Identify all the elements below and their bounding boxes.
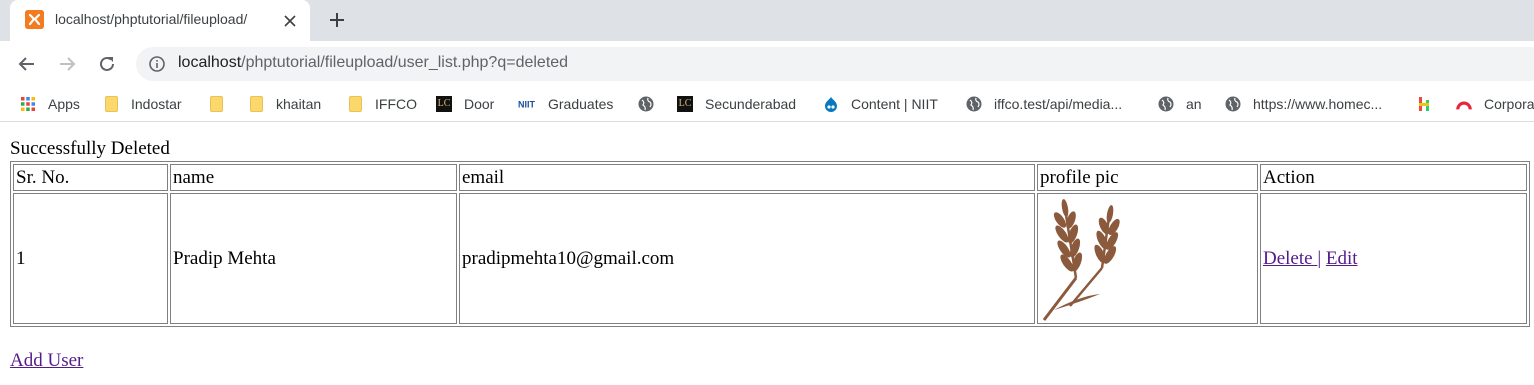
reload-icon [100,56,114,71]
arrow-right-icon [60,57,76,71]
delete-link[interactable]: Delete [1263,248,1317,269]
bookmark-label: khaitan [276,96,322,112]
cell-profile-pic [1037,193,1258,324]
bookmark-homec[interactable]: https://www.homec... [1225,93,1382,115]
url-text: localhost/phptutorial/fileupload/user_li… [178,54,568,72]
apps-grid-icon [20,96,36,112]
action-separator: | [1317,247,1322,269]
new-tab-button[interactable] [326,9,348,31]
globe-icon [966,96,982,112]
bookmark-label: Indostar [131,96,182,112]
lc-icon: LC [677,96,693,112]
bookmark-iffco-test[interactable]: iffco.test/api/media... [966,93,1122,115]
drupal-icon [823,96,839,112]
svg-text:NIIT: NIIT [518,100,536,110]
h-logo-icon [1416,96,1432,112]
folder-icon [208,96,224,112]
bookmark-door[interactable]: LC Door [436,93,494,115]
bookmark-iffco[interactable]: IFFCO [347,93,417,115]
bookmark-label: Content | NIIT [851,96,938,112]
header-action: Action [1260,164,1527,191]
globe-icon [638,96,654,112]
bookmark-secunderabad[interactable]: LC Secunderabad [677,93,796,115]
bookmark-corpora[interactable]: Corpora [1456,93,1534,115]
url-host: localhost [178,54,242,71]
globe-icon [1225,96,1241,112]
bookmark-content-niit[interactable]: Content | NIIT [823,93,938,115]
bookmark-khaitan[interactable]: khaitan [248,93,321,115]
browser-toolbar: localhost/phptutorial/fileupload/user_li… [0,41,1534,86]
info-icon[interactable] [148,55,166,73]
wheat-icon [1042,198,1120,321]
cell-name: Pradip Mehta [170,193,457,324]
close-icon[interactable] [280,11,300,31]
folder-icon [347,96,363,112]
bookmark-label: Apps [48,96,80,112]
globe-icon [1158,96,1174,112]
address-bar[interactable]: localhost/phptutorial/fileupload/user_li… [136,47,1534,81]
cell-email: pradipmehta10@gmail.com [459,193,1035,324]
bookmarks-bar: Apps Indostar khaitan IFFCO LC Door NIIT… [0,86,1534,122]
add-user-link[interactable]: Add User [10,350,83,372]
cell-sr-no: 1 [13,193,168,324]
tab-title: localhost/phptutorial/fileupload/ [55,11,248,27]
edit-link[interactable]: Edit [1326,248,1358,269]
folder-icon [248,96,264,112]
red-arc-icon [1456,96,1472,112]
back-button[interactable] [15,52,39,76]
header-email: email [459,164,1035,191]
table-row: 1 Pradip Mehta pradipmehta10@gmail.com D… [13,193,1527,324]
bookmark-apps[interactable]: Apps [20,93,80,115]
lc-icon: LC [436,96,452,112]
bookmark-label: IFFCO [375,96,417,112]
cell-action: Delete | Edit [1260,193,1527,324]
url-path: /phptutorial/fileupload/user_list.php?q=… [241,54,569,71]
header-name: name [170,164,457,191]
bookmark-h[interactable] [1416,93,1444,115]
browser-tab[interactable]: localhost/phptutorial/fileupload/ [10,0,310,41]
niit-icon: NIIT [518,96,538,112]
bookmark-label: https://www.homec... [1253,96,1383,112]
plus-icon [330,13,344,27]
reload-button[interactable] [95,52,119,76]
bookmark-folder[interactable] [208,93,236,115]
folder-icon [103,96,119,112]
header-profile-pic: profile pic [1037,164,1258,191]
bookmark-label: an [1186,96,1202,112]
bookmark-label: iffco.test/api/media... [994,96,1123,112]
bookmark-label: Corpora [1484,96,1534,112]
bookmark-label: Graduates [548,96,614,112]
arrow-left-icon [18,57,34,71]
page-content: Successfully Deleted Sr. No. name email … [0,128,1534,385]
bookmark-label: Door [464,96,495,112]
status-message: Successfully Deleted [10,138,170,159]
bookmark-an[interactable]: an [1158,93,1202,115]
table-header-row: Sr. No. name email profile pic Action [13,164,1527,191]
bookmark-graduates[interactable]: NIIT Graduates [518,93,613,115]
bookmark-globe[interactable] [638,93,666,115]
tab-strip: localhost/phptutorial/fileupload/ [0,0,1534,41]
xampp-icon [25,10,44,29]
header-sr-no: Sr. No. [13,164,168,191]
users-table: Sr. No. name email profile pic Action 1 … [10,161,1530,327]
bookmark-indostar[interactable]: Indostar [103,93,182,115]
bookmark-label: Secunderabad [705,96,797,112]
forward-button[interactable] [55,52,79,76]
